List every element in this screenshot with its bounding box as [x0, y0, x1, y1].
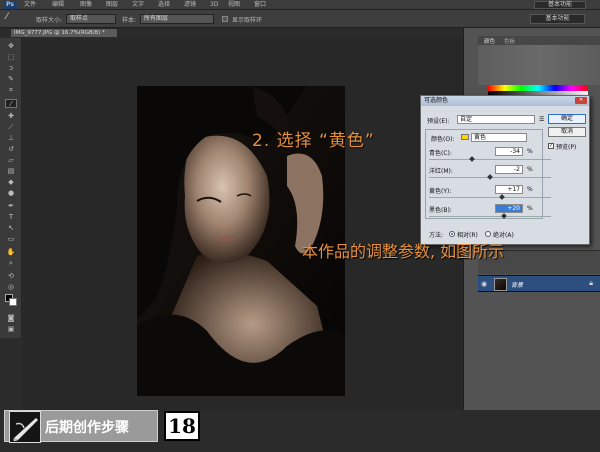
sample-select[interactable]: 所有图层 — [140, 14, 214, 24]
menu-layer[interactable]: 图层 — [106, 1, 118, 9]
pen-tool-icon[interactable]: ✒ — [5, 202, 17, 211]
magenta-unit: % — [527, 166, 533, 173]
ok-button[interactable]: 确定 — [548, 114, 586, 124]
screen-mode-icon[interactable]: ▣ — [5, 325, 17, 334]
tab-swatches[interactable]: 色板 — [504, 37, 515, 45]
workspace-select[interactable]: 基本功能 — [530, 14, 585, 24]
sample-size-label: 取样大小: — [36, 17, 63, 24]
show-ring-label: 显示取样环 — [232, 17, 263, 24]
sample-label: 样本: — [122, 17, 137, 24]
color-panel-body — [478, 45, 600, 85]
method-relative-radio[interactable] — [449, 231, 455, 237]
yellow-swatch — [461, 134, 469, 140]
close-icon[interactable]: ✕ — [575, 97, 587, 104]
path-select-icon[interactable]: ↖ — [5, 224, 17, 233]
cyan-slider[interactable] — [429, 156, 551, 162]
document-tab[interactable]: IMG_9777.JPG @ 16.7%(RGB/8) * — [10, 28, 118, 38]
parameter-note: 本作品的调整参数, 如图所示 — [302, 242, 505, 261]
magenta-label: 洋红(M): — [429, 168, 453, 175]
menu-view[interactable]: 视图 — [228, 1, 240, 9]
eyedropper-tool-icon[interactable]: ⁄ — [6, 12, 8, 22]
method-absolute-radio[interactable] — [485, 231, 491, 237]
lock-icon: 🔒︎ — [589, 279, 593, 287]
brush-tool-icon[interactable]: ⟋ — [5, 123, 17, 132]
layer-thumbnail — [494, 278, 507, 291]
crop-tool-icon[interactable]: ⌗ — [5, 86, 17, 95]
cancel-button[interactable]: 取消 — [548, 127, 586, 137]
eyedropper-tool-icon-active[interactable]: ⁄ — [5, 99, 17, 108]
menu-image[interactable]: 图像 — [80, 1, 92, 9]
preset-select[interactable]: 自定 — [457, 115, 535, 124]
zoom-tool-icon[interactable]: ⌕ — [5, 259, 17, 268]
toolbox: ✥ ⬚ ↄ ✎ ⌗ ⁄ ✚ ⟋ ⊥ ↺ ▱ ▤ ◆ ● ✒ T ↖ ▭ ✋ ⌕ … — [0, 38, 22, 338]
app-logo: Ps — [3, 1, 17, 9]
black-value[interactable]: +20 — [495, 204, 523, 213]
gradient-tool-icon[interactable]: ▤ — [5, 167, 17, 176]
cyan-label: 青色(C): — [429, 150, 452, 157]
sample-size-select[interactable]: 取样点 — [66, 14, 116, 24]
yellow-label: 黄色(Y): — [429, 188, 452, 195]
stamp-tool-icon[interactable]: ⊥ — [5, 134, 17, 143]
dialog-title: 可选颜色 — [421, 96, 589, 106]
show-ring-checkbox[interactable] — [222, 16, 228, 22]
3d-camera-icon[interactable]: ◎ — [5, 283, 17, 292]
brush-logo-icon — [9, 411, 41, 443]
dodge-tool-icon[interactable]: ● — [5, 189, 17, 198]
yellow-value[interactable]: +17 — [495, 185, 523, 194]
cyan-unit: % — [527, 148, 533, 155]
menu-file[interactable]: 文件 — [24, 1, 36, 9]
preset-label: 预设(E): — [427, 118, 450, 125]
black-label: 黑色(B): — [429, 207, 452, 214]
menu-window[interactable]: 窗口 — [254, 1, 266, 9]
footer-banner: 后期创作步骤 — [4, 410, 158, 443]
colors-label: 颜色(O): — [431, 136, 455, 143]
blur-tool-icon[interactable]: ◆ — [5, 178, 17, 187]
yellow-unit: % — [527, 186, 533, 193]
preview-checkbox[interactable]: ✓ — [548, 143, 554, 149]
footer-title: 后期创作步骤 — [45, 420, 129, 436]
menu-bar: Ps 文件 编辑 图像 图层 文字 选择 滤镜 3D 视图 窗口 基本功能 — [0, 0, 600, 10]
history-brush-icon[interactable]: ↺ — [5, 145, 17, 154]
3d-rotate-icon[interactable]: ⟲ — [5, 272, 17, 281]
quick-mask-icon[interactable]: ◙ — [5, 314, 17, 323]
black-unit: % — [527, 205, 533, 212]
menu-3d[interactable]: 3D — [210, 1, 218, 9]
menu-type[interactable]: 文字 — [132, 1, 144, 9]
menu-filter[interactable]: 滤镜 — [184, 1, 196, 9]
step-number: 18 — [164, 411, 200, 441]
marquee-tool-icon[interactable]: ⬚ — [5, 53, 17, 62]
magenta-slider[interactable] — [429, 174, 551, 180]
lasso-tool-icon[interactable]: ↄ — [5, 64, 17, 73]
options-bar: ⁄ 取样大小: 取样点 样本: 所有图层 显示取样环 基本功能 — [0, 10, 600, 28]
color-panel-tabs: 颜色 色板 — [478, 36, 600, 45]
hand-tool-icon[interactable]: ✋ — [5, 248, 17, 257]
type-tool-icon[interactable]: T — [5, 213, 17, 222]
preview-label: 预览(P) — [556, 144, 577, 151]
selective-color-dialog: 可选颜色 ✕ 预设(E): 自定 ☰ 确定 取消 ✓ 预览(P) 颜色(O): … — [420, 95, 590, 245]
visibility-eye-icon[interactable]: ◉ — [481, 280, 487, 288]
layer-name: 背景 — [511, 282, 524, 289]
cyan-value[interactable]: -34 — [495, 147, 523, 156]
menu-select[interactable]: 选择 — [158, 1, 170, 9]
eraser-tool-icon[interactable]: ▱ — [5, 156, 17, 165]
tab-color[interactable]: 颜色 — [484, 37, 495, 45]
layer-row-background[interactable]: ◉ 背景 🔒︎ — [478, 275, 600, 292]
colors-select[interactable]: 黄色 — [471, 133, 527, 142]
yellow-slider[interactable] — [429, 194, 551, 200]
workspace-switcher[interactable]: 基本功能 — [534, 1, 586, 9]
background-color[interactable] — [9, 298, 17, 306]
black-slider[interactable] — [429, 213, 551, 219]
preset-menu-icon[interactable]: ☰ — [539, 116, 544, 123]
healing-tool-icon[interactable]: ✚ — [5, 112, 17, 121]
menu-edit[interactable]: 编辑 — [52, 1, 64, 9]
step-annotation: 2. 选择 “黄色” — [252, 131, 375, 151]
shape-tool-icon[interactable]: ▭ — [5, 235, 17, 244]
move-tool-icon[interactable]: ✥ — [5, 42, 17, 51]
magenta-value[interactable]: -2 — [495, 165, 523, 174]
tutorial-footer: 后期创作步骤 18 — [0, 410, 600, 452]
quick-select-tool-icon[interactable]: ✎ — [5, 75, 17, 84]
